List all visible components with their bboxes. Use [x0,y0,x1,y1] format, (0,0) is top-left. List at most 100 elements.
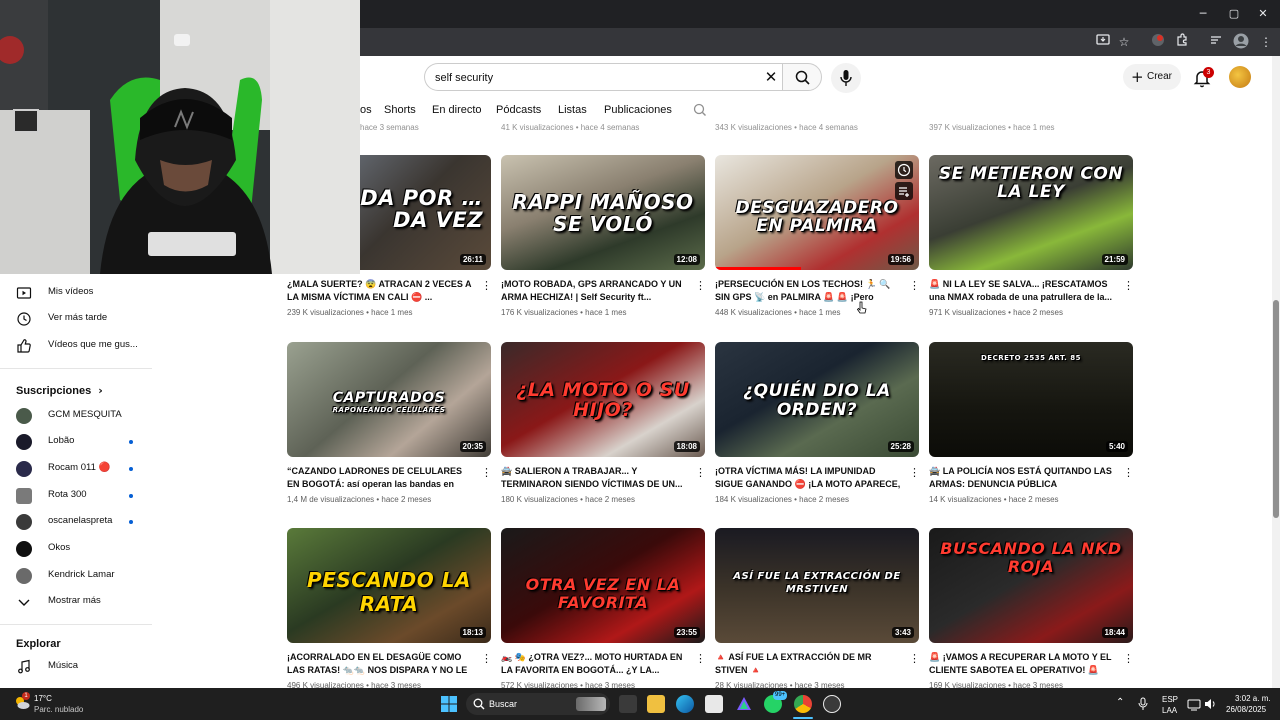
sidebar-channel-rocam[interactable]: Rocam 011 🔴 [0,456,152,482]
video-title[interactable]: 🔺 ASÍ FUE LA EXTRACCIÓN DE MR STIVEN 🔺 [715,651,901,677]
weather-alert-badge: 1 [22,692,30,700]
video-thumbnail[interactable]: SE METIERON CON LA LEY 21:59 [929,155,1133,270]
watch-later-icon[interactable] [895,161,913,179]
scrollbar-thumb[interactable] [1273,300,1279,518]
sidebar-channel-okos[interactable]: Okos [0,536,152,562]
video-thumbnail[interactable]: ASÍ FUE LA EXTRACCIÓN DE MrStiven 3:43 [715,528,919,643]
sidebar-show-more[interactable]: Mostrar más [0,589,152,615]
video-thumbnail[interactable]: OTRA VEZ EN LA FAVORITA 23:55 [501,528,705,643]
hidden-icons-chevron-icon[interactable]: ⌃ [1116,697,1124,708]
obs-studio-icon[interactable] [823,695,841,713]
video-thumbnail[interactable]: CAPTURADOS RAPONEANDO CELULARES 20:35 [287,342,491,457]
video-options-icon[interactable]: ⋮ [909,652,920,666]
video-options-icon[interactable]: ⋮ [481,652,492,666]
show-more-label: Mostrar más [48,595,101,606]
video-title[interactable]: “CAZANDO LADRONES DE CELULARES EN BOGOTÁ… [287,465,473,491]
video-title[interactable]: ¡ACORRALADO EN EL DESAGÜE COMO LAS RATAS… [287,651,473,677]
sidebar-item-music[interactable]: Música [0,654,152,680]
file-explorer-icon[interactable] [647,695,665,713]
video-options-icon[interactable]: ⋮ [695,466,706,480]
video-title[interactable]: ¡OTRA VÍCTIMA MÁS! LA IMPUNIDAD SIGUE GA… [715,465,901,491]
windows-start-icon[interactable] [440,695,458,713]
network-icon[interactable] [1187,697,1201,716]
page-scrollbar[interactable] [1272,56,1280,688]
channel-tabs: os Shorts En directo Pódcasts Listas Pub… [360,98,1272,124]
video-thumbnail[interactable]: ¿LA MOTO O SU HIJO? 18:08 [501,342,705,457]
video-title[interactable]: ¿MALA SUERTE? 😨 ATRACAN 2 VECES A LA MIS… [287,278,473,304]
video-title[interactable]: ¡PERSECUCIÓN EN LOS TECHOS! 🏃 🔍 SIN GPS … [715,278,901,304]
sidebar-channel-kendrick-lamar[interactable]: Kendrick Lamar [0,563,152,589]
video-title[interactable]: ¡MOTO ROBADA, GPS ARRANCADO Y UN ARMA HE… [501,278,687,304]
sidebar-channel-gcm-mesquita[interactable]: GCM MESQUITA [0,403,152,429]
video-meta: 14 K visualizaciones • hace 2 meses [929,495,1059,504]
minimize-button[interactable]: ─ [1186,4,1220,24]
tab-shorts[interactable]: Shorts [384,104,416,116]
video-thumbnail[interactable]: ¿QUIÉN DIO LA ORDEN? 25:28 [715,342,919,457]
taskbar-search-box[interactable]: Buscar [466,693,610,715]
search-button[interactable] [782,63,822,91]
microphone-tray-icon[interactable] [1138,697,1148,716]
clock-time[interactable]: 3:02 a. m. [1235,694,1271,703]
tab-live[interactable]: En directo [432,104,482,116]
voice-search-button[interactable] [831,63,861,93]
video-options-icon[interactable]: ⋮ [909,466,920,480]
search-input[interactable] [435,69,735,87]
account-avatar[interactable] [1229,66,1251,88]
microsoft-store-icon[interactable] [705,695,723,713]
video-thumbnail[interactable]: PESCANDO LA RATA 18:13 [287,528,491,643]
sidebar-item-my-videos[interactable]: Mis vídeos [0,280,152,306]
video-options-icon[interactable]: ⋮ [481,466,492,480]
video-thumbnail[interactable]: DESGUAZADERO EN PALMIRA 19:56 [715,155,919,270]
sidebar-item-watch-later[interactable]: Ver más tarde [0,306,152,332]
reading-list-icon[interactable] [1207,33,1225,51]
video-thumbnail[interactable]: RAPPI MAÑOSO SE VOLÓ 12:08 [501,155,705,270]
search-channel-icon[interactable] [693,103,707,122]
thumbnail-subtext: RAPONEANDO CELULARES [332,406,446,414]
clock-date[interactable]: 26/08/2025 [1226,705,1266,714]
volume-icon[interactable] [1203,697,1217,716]
close-window-button[interactable]: ✕ [1246,4,1280,24]
tab-playlists[interactable]: Listas [558,104,587,116]
video-title[interactable]: 🚔 LA POLICÍA NOS ESTÁ QUITANDO LAS ARMAS… [929,465,1115,491]
weather-description: Parc. nublado [34,705,84,714]
video-title[interactable]: 🚨 ¡VAMOS A RECUPERAR LA MOTO Y EL CLIENT… [929,651,1115,677]
bookmark-star-icon[interactable]: ☆ [1115,33,1133,51]
video-title[interactable]: 🏍️ 🎭 ¿OTRA VEZ?... MOTO HURTADA EN LA FA… [501,651,687,677]
video-thumbnail[interactable]: DECRETO 2535 ART. 85 5:40 [929,342,1133,457]
subscriptions-heading[interactable]: Suscripciones › [16,384,103,397]
create-button[interactable]: + Crear [1123,64,1181,90]
video-title[interactable]: 🚨 NI LA LEY SE SALVA... ¡RESCATAMOS una … [929,278,1115,304]
video-title[interactable]: 🚔 SALIERON A TRABAJAR... Y TERMINARON SI… [501,465,687,491]
video-options-icon[interactable]: ⋮ [1123,466,1134,480]
app-triangle-icon[interactable] [735,695,753,713]
video-options-icon[interactable]: ⋮ [481,279,492,293]
clock-icon [16,311,32,327]
tab-podcasts[interactable]: Pódcasts [496,104,541,116]
task-view-icon[interactable] [619,695,637,713]
sidebar-channel-lobao[interactable]: Lobão [0,429,152,455]
clear-search-icon[interactable]: ✕ [761,67,781,87]
extension-record-icon[interactable] [1149,33,1167,51]
video-thumbnail[interactable]: BUSCANDO LA NKD ROJA 18:44 [929,528,1133,643]
add-to-queue-icon[interactable] [895,182,913,200]
channel-avatar [16,434,32,450]
keyboard-language[interactable]: ESP [1162,695,1178,704]
video-options-icon[interactable]: ⋮ [1123,279,1134,293]
video-duration: 18:08 [673,441,700,452]
sidebar-channel-rota-300[interactable]: Rota 300 [0,483,152,509]
video-options-icon[interactable]: ⋮ [695,652,706,666]
video-options-icon[interactable]: ⋮ [1123,652,1134,666]
tab-posts[interactable]: Publicaciones [604,104,672,116]
sidebar-channel-oscanelaspreta[interactable]: oscanelaspreta [0,509,152,535]
video-options-icon[interactable]: ⋮ [909,279,920,293]
sidebar-item-liked-videos[interactable]: Vídeos que me gus... [0,333,152,359]
extensions-puzzle-icon[interactable] [1173,33,1191,51]
profile-avatar-icon[interactable] [1232,33,1250,51]
edge-browser-icon[interactable] [676,695,694,713]
install-app-icon[interactable] [1094,33,1112,51]
browser-menu-icon[interactable]: ⋮ [1257,33,1275,51]
tab-videos[interactable]: os [360,104,372,116]
webcam-overlay [0,0,360,274]
chrome-browser-icon[interactable] [794,695,812,713]
video-options-icon[interactable]: ⋮ [695,279,706,293]
